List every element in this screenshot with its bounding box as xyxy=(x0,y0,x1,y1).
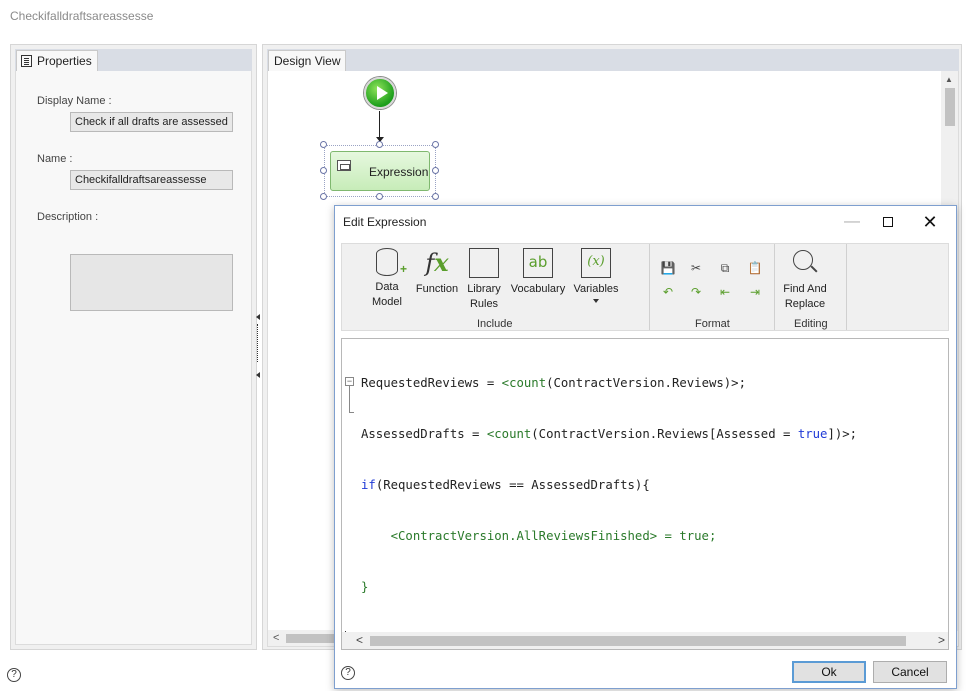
code-line: if(RequestedReviews == AssessedDrafts){ xyxy=(361,478,650,492)
ok-button[interactable]: Ok xyxy=(792,661,866,683)
ribbon-separator xyxy=(649,244,650,330)
horizontal-scroll-thumb[interactable] xyxy=(286,634,338,643)
fold-guide xyxy=(349,386,350,412)
code-line: } xyxy=(361,580,369,594)
library-rules-icon xyxy=(469,248,499,278)
collapse-left-icon-2[interactable] xyxy=(256,372,260,378)
database-add-icon: + xyxy=(376,248,407,276)
find-replace-icon xyxy=(790,248,820,278)
undo-icon[interactable]: ↶ xyxy=(660,284,676,300)
data-model-label-2: Model xyxy=(372,296,402,308)
scroll-up-icon[interactable]: ▲ xyxy=(945,75,953,84)
scroll-left-icon[interactable]: < xyxy=(356,633,363,647)
library-rules-button[interactable]: Library Rules xyxy=(464,248,504,312)
design-tabstrip: Design View xyxy=(267,49,959,71)
resize-handle-top[interactable] xyxy=(376,141,383,148)
code-line: AssessedDrafts = <count(ContractVersion.… xyxy=(361,427,858,441)
cancel-button[interactable]: Cancel xyxy=(873,661,947,683)
help-icon[interactable]: ? xyxy=(7,668,21,682)
name-field[interactable]: Checkifalldraftsareassesse xyxy=(70,170,233,190)
include-group-label: Include xyxy=(477,318,513,330)
editor-scroll-thumb[interactable] xyxy=(370,636,906,646)
resize-handle-top-right[interactable] xyxy=(432,141,439,148)
minimize-icon[interactable]: — xyxy=(832,210,872,234)
properties-panel: Properties Display Name : Check if all d… xyxy=(10,44,257,650)
resize-handle-bottom-left[interactable] xyxy=(320,193,327,200)
scroll-left-icon[interactable]: < xyxy=(273,632,279,644)
resize-handle-right[interactable] xyxy=(432,167,439,174)
splitter-grip[interactable] xyxy=(257,324,258,362)
edit-expression-dialog: Edit Expression — ✕ + Data Model fx Func… xyxy=(334,205,957,689)
dialog-help-icon[interactable]: ? xyxy=(341,666,355,680)
resize-handle-top-left[interactable] xyxy=(320,141,327,148)
redo-icon[interactable]: ↷ xyxy=(688,284,704,300)
flow-connector xyxy=(379,111,380,139)
maximize-icon[interactable] xyxy=(868,210,908,234)
display-name-field[interactable]: Check if all drafts are assessed xyxy=(70,112,233,132)
library-rules-label-1: Library xyxy=(467,283,501,295)
outdent-icon[interactable]: ⇤ xyxy=(717,284,733,300)
editor-horizontal-scrollbar[interactable]: < > xyxy=(342,632,948,649)
variables-icon: (x) xyxy=(581,248,611,278)
tab-design-view[interactable]: Design View xyxy=(268,50,347,71)
indent-icon[interactable]: ⇥ xyxy=(747,284,763,300)
function-button[interactable]: fx Function xyxy=(412,248,462,297)
resize-handle-left[interactable] xyxy=(320,167,327,174)
save-icon[interactable]: 💾 xyxy=(660,260,676,276)
properties-body: Display Name : Check if all drafts are a… xyxy=(15,71,252,645)
tab-properties-label: Properties xyxy=(37,54,92,68)
display-name-label: Display Name : xyxy=(37,95,112,107)
variables-label: Variables xyxy=(573,283,619,295)
library-rules-label-2: Rules xyxy=(469,298,499,310)
paste-icon[interactable]: 📋 xyxy=(747,260,763,276)
ribbon-separator-2 xyxy=(774,244,775,330)
canvas-horizontal-scrollbar[interactable]: < xyxy=(268,630,344,646)
ribbon-separator-3 xyxy=(846,244,847,330)
function-label: Function xyxy=(415,283,459,295)
find-label-1: Find And xyxy=(783,283,827,295)
expression-window-icon xyxy=(337,160,351,171)
expression-node[interactable]: Expression xyxy=(330,151,430,191)
start-node-play-icon[interactable] xyxy=(364,77,396,109)
function-fx-icon: fx xyxy=(425,248,449,277)
window-title: Checkifalldraftsareassesse xyxy=(10,9,154,23)
data-model-button[interactable]: + Data Model xyxy=(366,248,408,310)
editing-group-label: Editing xyxy=(794,318,828,330)
code-editor[interactable]: − RequestedReviews = <count(ContractVers… xyxy=(341,338,949,650)
vocabulary-icon: ab xyxy=(523,248,553,278)
tab-properties[interactable]: Properties xyxy=(16,50,98,71)
find-and-replace-button[interactable]: Find And Replace xyxy=(782,248,828,312)
code-line: RequestedReviews = <count(ContractVersio… xyxy=(361,376,746,390)
vocabulary-label: Vocabulary xyxy=(510,283,566,295)
code-text[interactable]: RequestedReviews = <count(ContractVersio… xyxy=(361,341,857,630)
data-model-label-1: Data xyxy=(375,281,399,293)
copy-icon[interactable]: ⧉ xyxy=(717,260,733,276)
resize-handle-bottom-right[interactable] xyxy=(432,193,439,200)
description-label: Description : xyxy=(37,211,99,223)
code-line: <ContractVersion.AllReviewsFinished> = t… xyxy=(361,529,717,543)
fold-collapse-icon[interactable]: − xyxy=(345,377,354,386)
fold-end xyxy=(349,412,354,413)
description-field[interactable] xyxy=(70,254,233,311)
properties-icon xyxy=(21,55,32,67)
name-label: Name : xyxy=(37,153,73,165)
expression-node-label: Expression xyxy=(369,165,429,179)
vertical-scroll-thumb[interactable] xyxy=(945,88,955,126)
resize-handle-bottom[interactable] xyxy=(376,193,383,200)
ribbon-toolbar: + Data Model fx Function Library Rules a… xyxy=(341,243,949,331)
dialog-title: Edit Expression xyxy=(343,215,427,229)
panel-splitter[interactable] xyxy=(255,310,261,382)
vocabulary-button[interactable]: ab Vocabulary xyxy=(509,248,567,297)
chevron-down-icon[interactable] xyxy=(593,299,599,303)
collapse-left-icon[interactable] xyxy=(256,314,260,320)
close-icon[interactable]: ✕ xyxy=(910,210,950,234)
format-group-label: Format xyxy=(695,318,730,330)
scroll-right-icon[interactable]: > xyxy=(938,633,945,647)
find-label-2: Replace xyxy=(784,298,826,310)
cut-icon[interactable]: ✂ xyxy=(688,260,704,276)
variables-button[interactable]: (x) Variables xyxy=(572,248,620,303)
properties-tabstrip: Properties xyxy=(15,49,252,71)
